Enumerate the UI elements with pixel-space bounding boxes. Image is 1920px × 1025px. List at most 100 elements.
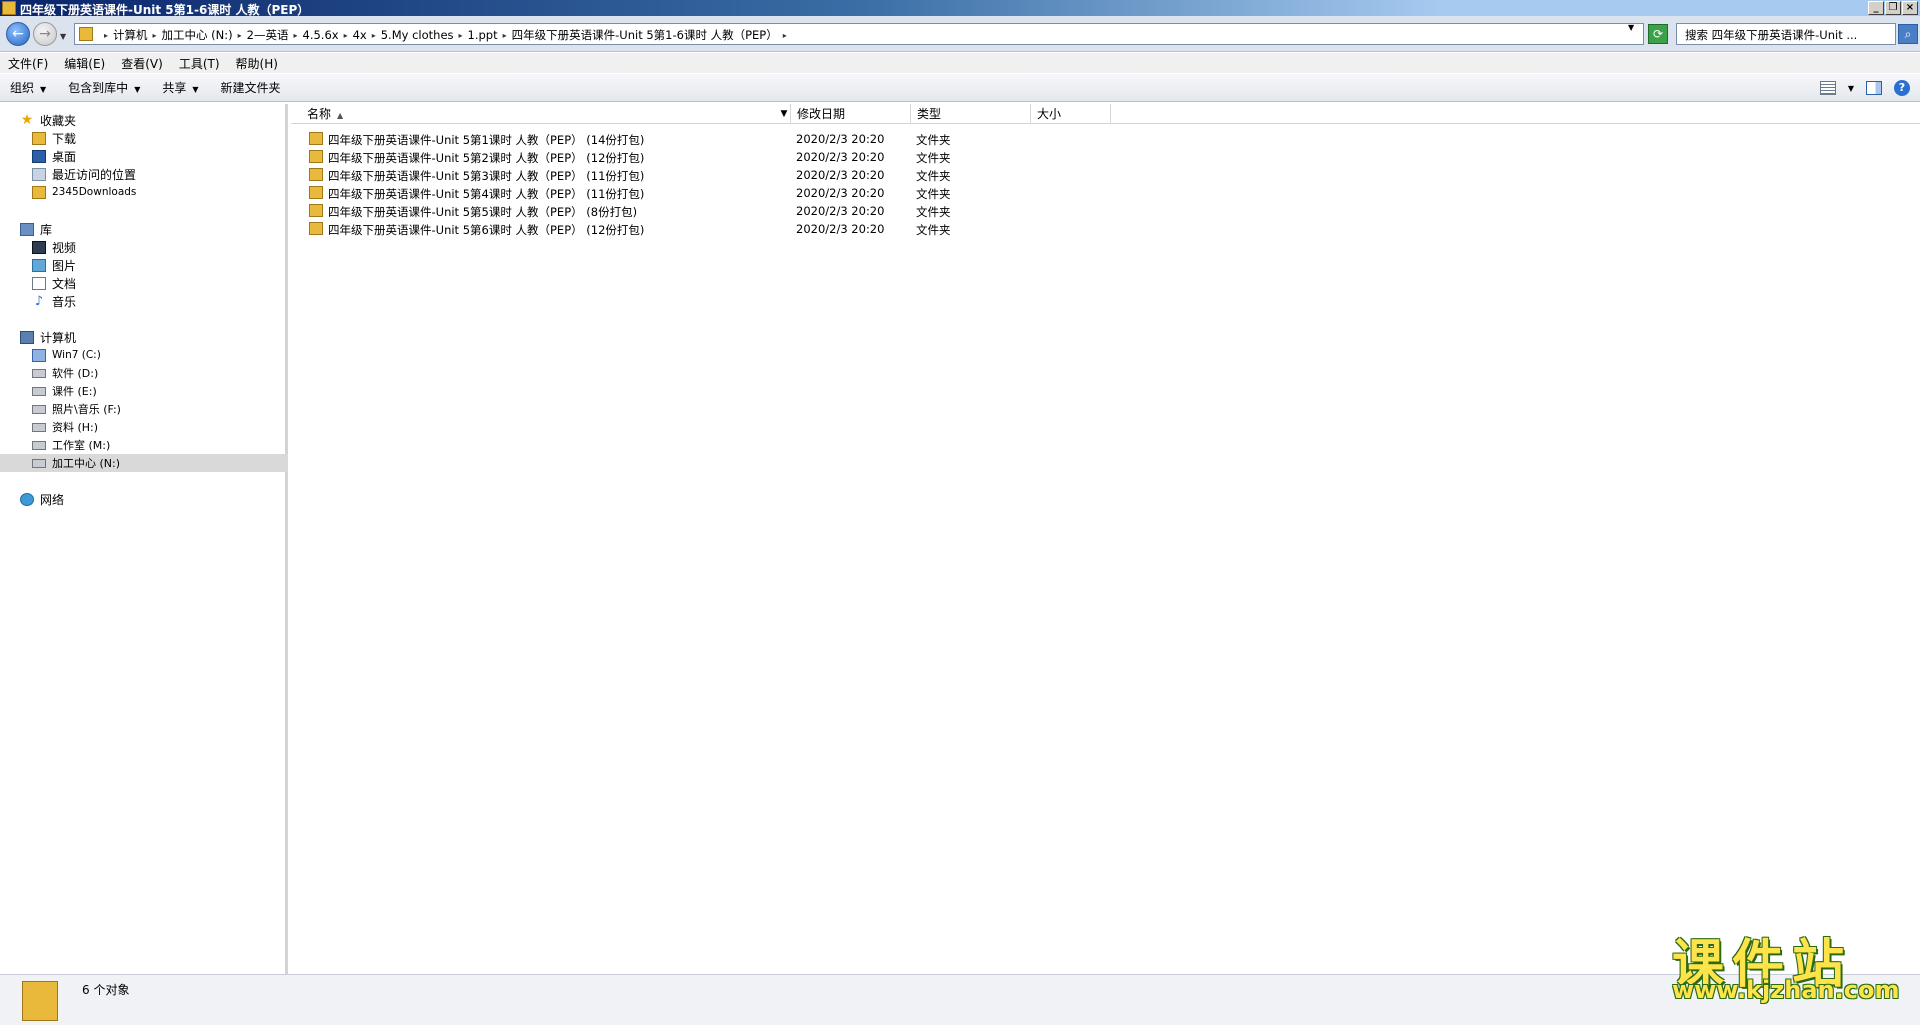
search-placeholder: 搜索 四年级下册英语课件-Unit ... [1685, 28, 1858, 42]
nav-drive-c[interactable]: Win7 (C:) [0, 346, 288, 364]
nav-label: 文档 [52, 276, 77, 291]
organize-button[interactable]: 组织 ▼ [10, 79, 46, 96]
nav-2345downloads[interactable]: 2345Downloads [0, 183, 288, 201]
chevron-right-icon[interactable]: ▸ [369, 31, 379, 40]
nav-downloads[interactable]: 下载 [0, 129, 288, 147]
nav-videos[interactable]: 视频 [0, 238, 288, 256]
drive-icon [32, 368, 46, 378]
new-folder-button[interactable]: 新建文件夹 [221, 79, 281, 96]
close-button[interactable]: × [1902, 1, 1918, 15]
include-in-library-label: 包含到库中 [68, 81, 129, 95]
breadcrumb-item[interactable]: 2—英语 [245, 27, 291, 43]
item-count: 6 个对象 [82, 983, 130, 997]
nav-network[interactable]: 网络 [0, 490, 288, 508]
menu-view[interactable]: 查看(V) [121, 55, 163, 72]
nav-favorites[interactable]: ★ 收藏夹 [0, 111, 288, 129]
nav-drive-d[interactable]: 软件 (D:) [0, 364, 288, 382]
caret-down-icon: ▼ [134, 85, 141, 94]
view-options-dropdown-icon[interactable]: ▼ [1848, 84, 1854, 93]
chevron-right-icon[interactable]: ▸ [500, 31, 510, 40]
nav-desktop[interactable]: 桌面 [0, 147, 288, 165]
table-row[interactable]: 四年级下册英语课件-Unit 5第5课时 人教（PEP） (8份打包) 2020… [291, 202, 991, 220]
drive-icon [32, 458, 46, 468]
back-button[interactable]: ← [6, 22, 30, 46]
breadcrumb-item[interactable]: 4x [351, 28, 369, 42]
table-row[interactable]: 四年级下册英语课件-Unit 5第4课时 人教（PEP） (11份打包) 202… [291, 184, 991, 202]
document-icon [32, 276, 46, 290]
column-filter-dropdown-icon[interactable]: ▼ [778, 104, 790, 124]
minimize-button[interactable]: _ [1868, 1, 1884, 15]
nav-drive-h[interactable]: 资料 (H:) [0, 418, 288, 436]
nav-label: 软件 (D:) [52, 367, 99, 380]
chevron-right-icon[interactable]: ▸ [780, 31, 790, 40]
picture-icon [32, 258, 46, 272]
nav-documents[interactable]: 文档 [0, 274, 288, 292]
file-name: 四年级下册英语课件-Unit 5第3课时 人教（PEP） (11份打包) [328, 169, 645, 183]
nav-recent-places[interactable]: 最近访问的位置 [0, 165, 288, 183]
table-row[interactable]: 四年级下册英语课件-Unit 5第6课时 人教（PEP） (12份打包) 202… [291, 220, 991, 238]
search-icon[interactable]: ⌕ [1898, 24, 1918, 44]
drive-icon [32, 386, 46, 396]
share-button[interactable]: 共享 ▼ [162, 79, 198, 96]
nav-drive-n[interactable]: 加工中心 (N:) [0, 454, 288, 472]
nav-music[interactable]: ♪ 音乐 [0, 292, 288, 310]
recent-pages-dropdown-icon[interactable]: ▼ [60, 32, 66, 41]
nav-computer[interactable]: 计算机 [0, 328, 288, 346]
help-icon[interactable]: ? [1894, 80, 1910, 96]
change-view-icon[interactable] [1819, 81, 1836, 95]
table-row[interactable]: 四年级下册英语课件-Unit 5第1课时 人教（PEP） (14份打包) 202… [291, 130, 991, 148]
chevron-right-icon[interactable]: ▸ [150, 31, 160, 40]
breadcrumb-item[interactable]: 5.My clothes [379, 28, 456, 42]
breadcrumb-item[interactable]: 四年级下册英语课件-Unit 5第1-6课时 人教（PEP） [510, 27, 780, 43]
column-type[interactable]: 类型 [911, 104, 1031, 124]
address-history-dropdown-icon[interactable]: ▼ [1628, 23, 1634, 32]
library-icon [20, 222, 34, 236]
nav-label: 视频 [52, 240, 77, 255]
column-name[interactable]: 名称 ▲ [291, 104, 791, 124]
forward-button[interactable]: → [33, 22, 57, 46]
column-date[interactable]: 修改日期 [791, 104, 911, 124]
nav-label: 2345Downloads [52, 186, 137, 198]
nav-label: 图片 [52, 258, 77, 273]
breadcrumb-item[interactable]: 1.ppt [466, 28, 500, 42]
nav-drive-f[interactable]: 照片\音乐 (F:) [0, 400, 288, 418]
folder-large-icon [22, 981, 58, 1021]
menu-help[interactable]: 帮助(H) [236, 55, 278, 72]
folder-icon [309, 222, 323, 235]
chevron-right-icon[interactable]: ▸ [341, 31, 351, 40]
file-type: 文件夹 [916, 133, 951, 147]
chevron-right-icon[interactable]: ▸ [456, 31, 466, 40]
restore-button[interactable]: ❐ [1885, 1, 1901, 15]
search-input[interactable]: 搜索 四年级下册英语课件-Unit ... [1676, 23, 1896, 45]
table-row[interactable]: 四年级下册英语课件-Unit 5第3课时 人教（PEP） (11份打包) 202… [291, 166, 991, 184]
nav-label: 桌面 [52, 149, 77, 164]
chevron-right-icon[interactable]: ▸ [101, 31, 111, 40]
refresh-button[interactable]: ⟳ [1648, 24, 1668, 44]
include-in-library-button[interactable]: 包含到库中 ▼ [68, 79, 140, 96]
file-date: 2020/2/3 20:20 [796, 150, 885, 164]
file-name: 四年级下册英语课件-Unit 5第2课时 人教（PEP） (12份打包) [328, 151, 645, 165]
nav-libraries[interactable]: 库 [0, 220, 288, 238]
file-name: 四年级下册英语课件-Unit 5第5课时 人教（PEP） (8份打包) [328, 205, 638, 219]
breadcrumb-item[interactable]: 4.5.6x [301, 28, 341, 42]
chevron-right-icon[interactable]: ▸ [290, 31, 300, 40]
table-row[interactable]: 四年级下册英语课件-Unit 5第2课时 人教（PEP） (12份打包) 202… [291, 148, 991, 166]
watermark-logo: 课件站 www.kjzhan.com [1660, 920, 1920, 1020]
chevron-right-icon[interactable]: ▸ [235, 31, 245, 40]
column-size[interactable]: 大小 [1031, 104, 1111, 124]
file-date: 2020/2/3 20:20 [796, 168, 885, 182]
nav-label: 下载 [52, 131, 77, 146]
folder-icon [309, 186, 323, 199]
folder-icon [309, 132, 323, 145]
nav-label: 资料 (H:) [52, 421, 99, 434]
menu-tools[interactable]: 工具(T) [179, 55, 220, 72]
menu-edit[interactable]: 编辑(E) [64, 55, 105, 72]
nav-drive-m[interactable]: 工作室 (M:) [0, 436, 288, 454]
breadcrumb-item[interactable]: 加工中心 (N:) [160, 27, 235, 43]
address-input[interactable]: ▸ 计算机 ▸ 加工中心 (N:) ▸ 2—英语 ▸ 4.5.6x ▸ 4x ▸… [74, 23, 1644, 45]
preview-pane-icon[interactable] [1866, 81, 1882, 95]
menu-file[interactable]: 文件(F) [8, 55, 48, 72]
nav-pictures[interactable]: 图片 [0, 256, 288, 274]
breadcrumb-item[interactable]: 计算机 [111, 27, 150, 43]
nav-drive-e[interactable]: 课件 (E:) [0, 382, 288, 400]
